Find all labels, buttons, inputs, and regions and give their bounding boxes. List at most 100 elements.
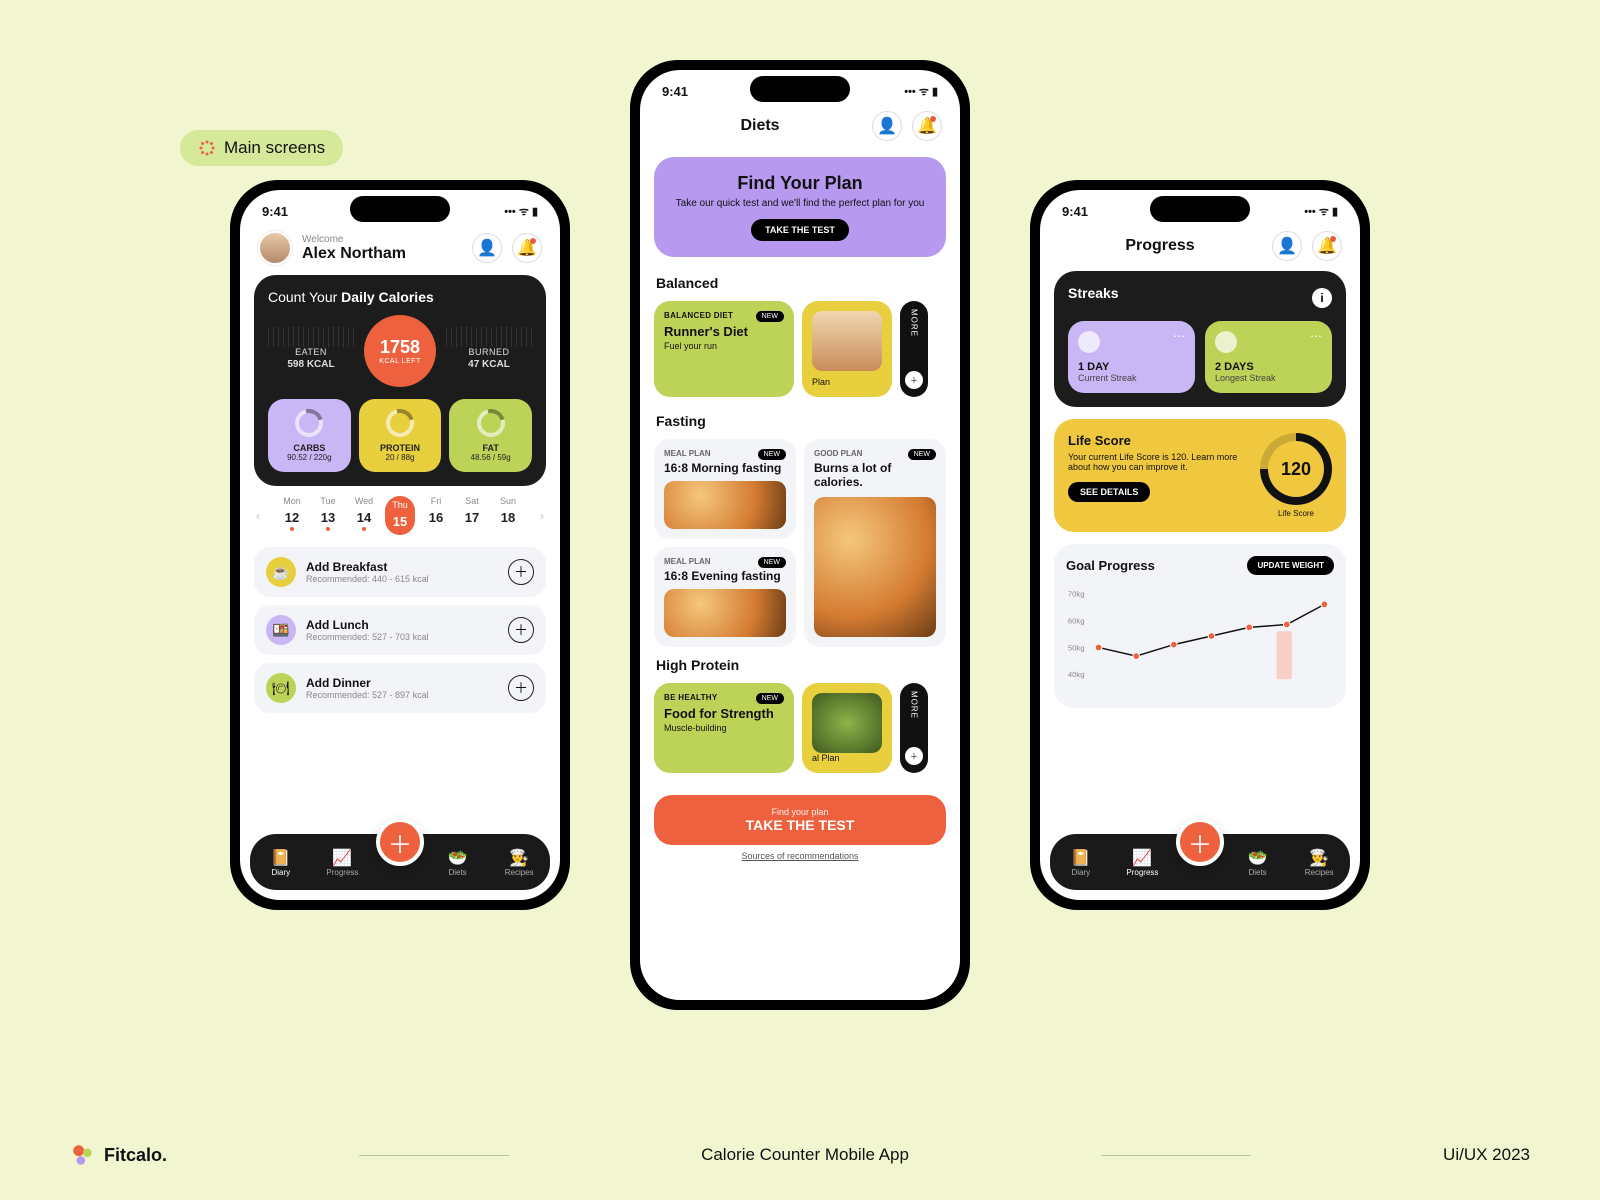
diet-card-partial[interactable]: al Plan bbox=[802, 683, 892, 773]
svg-text:40kg: 40kg bbox=[1068, 670, 1085, 679]
info-button[interactable]: i bbox=[1312, 288, 1332, 308]
meal-icon: ☕ bbox=[266, 557, 296, 587]
nav-diary[interactable]: 📔Diary bbox=[1057, 848, 1105, 877]
progress-icon: 📈 bbox=[1118, 848, 1166, 868]
life-body: Your current Life Score is 120. Learn mo… bbox=[1068, 452, 1250, 472]
brand: Fitcalo. bbox=[70, 1142, 167, 1168]
meal-card[interactable]: 🍱 Add Lunch Recommended: 527 - 703 kcal … bbox=[254, 605, 546, 655]
streaks-card: Streaks i ⋯ 1 DAY Current Streak ⋯ 2 DAY… bbox=[1054, 271, 1346, 407]
kcal-left-dial[interactable]: 1758 KCAL LEFT bbox=[364, 315, 436, 387]
day-cell[interactable]: Tue 13 bbox=[313, 496, 343, 535]
profile-button[interactable]: 👤 bbox=[1272, 231, 1302, 261]
day-cell[interactable]: Sat 17 bbox=[457, 496, 487, 535]
status-icons: ••• ᯤ ▮ bbox=[504, 204, 538, 219]
chart-point[interactable] bbox=[1246, 624, 1253, 631]
fab-add[interactable]: ＋ bbox=[1176, 818, 1224, 866]
svg-text:70kg: 70kg bbox=[1068, 590, 1085, 599]
profile-button[interactable]: 👤 bbox=[472, 233, 502, 263]
kcal-left-value: 1758 bbox=[380, 337, 420, 358]
nav-progress[interactable]: 📈Progress bbox=[318, 848, 366, 877]
week-next[interactable]: › bbox=[540, 509, 544, 523]
recipes-icon: 👨‍🍳 bbox=[495, 848, 543, 868]
streak-card[interactable]: ⋯ 2 DAYS Longest Streak bbox=[1205, 321, 1332, 393]
fab-add[interactable]: ＋ bbox=[376, 818, 424, 866]
footer-cta[interactable]: Find your plan TAKE THE TEST bbox=[654, 795, 946, 845]
nav-recipes[interactable]: 👨‍🍳Recipes bbox=[1295, 848, 1343, 877]
life-title: Life Score bbox=[1068, 433, 1250, 448]
chart-point[interactable] bbox=[1095, 644, 1102, 651]
notifications-button[interactable]: 🔔 bbox=[912, 111, 942, 141]
macro-card[interactable]: FAT 48.56 / 59g bbox=[449, 399, 532, 472]
fasting-card-evening[interactable]: MEAL PLAN NEW 16:8 Evening fasting bbox=[654, 547, 796, 647]
notifications-button[interactable]: 🔔 bbox=[1312, 231, 1342, 261]
recipes-icon: 👨‍🍳 bbox=[1295, 848, 1343, 868]
profile-button[interactable]: 👤 bbox=[872, 111, 902, 141]
goal-progress-card: Goal Progress UPDATE WEIGHT 70kg 60kg 50… bbox=[1054, 544, 1346, 708]
user-icon: 👤 bbox=[477, 238, 497, 258]
page-footer: Fitcalo. Calorie Counter Mobile App Ui/U… bbox=[0, 1142, 1600, 1168]
food-photo bbox=[664, 481, 786, 529]
diet-card-runners[interactable]: BALANCED DIET NEW Runner's Diet Fuel you… bbox=[654, 301, 794, 397]
day-cell[interactable]: Mon 12 bbox=[277, 496, 307, 535]
footer-year: Ui/UX 2023 bbox=[1443, 1145, 1530, 1165]
chart-point[interactable] bbox=[1170, 641, 1177, 648]
hero-title: Find Your Plan bbox=[670, 173, 930, 194]
fasting-card-burns[interactable]: GOOD PLAN NEW Burns a lot of calories. bbox=[804, 439, 946, 647]
see-details-button[interactable]: SEE DETAILS bbox=[1068, 482, 1150, 502]
week-picker[interactable]: ‹ Mon 12 Tue 13 Wed 14 Thu 15 Fri 16 Sat… bbox=[240, 486, 560, 539]
sources-link[interactable]: Sources of recommendations bbox=[640, 851, 960, 861]
user-avatar[interactable] bbox=[258, 231, 292, 265]
chart-point[interactable] bbox=[1283, 621, 1290, 628]
more-icon[interactable]: ⋯ bbox=[1173, 329, 1185, 343]
fasting-card-morning[interactable]: MEAL PLAN NEW 16:8 Morning fasting bbox=[654, 439, 796, 539]
goal-title: Goal Progress bbox=[1066, 558, 1155, 573]
progress-ring-icon bbox=[290, 404, 328, 442]
chart-point[interactable] bbox=[1208, 633, 1215, 640]
update-weight-button[interactable]: UPDATE WEIGHT bbox=[1247, 556, 1334, 575]
day-cell[interactable]: Thu 15 bbox=[385, 496, 415, 535]
diet-card-strength[interactable]: BE HEALTHY NEW Food for Strength Muscle-… bbox=[654, 683, 794, 773]
diet-card-partial[interactable]: Plan bbox=[802, 301, 892, 397]
notification-dot bbox=[530, 238, 536, 244]
phone-diets: 9:41••• ᯤ ▮ Diets 👤 🔔 Find Your Plan Tak… bbox=[630, 60, 970, 1010]
day-cell[interactable]: Sun 18 bbox=[493, 496, 523, 535]
burned-label: BURNED bbox=[446, 347, 532, 357]
macro-card[interactable]: PROTEIN 20 / 88g bbox=[359, 399, 442, 472]
progress-ring-icon bbox=[472, 404, 510, 442]
nav-progress[interactable]: 📈Progress bbox=[1118, 848, 1166, 877]
more-balanced[interactable]: MORE ＋ bbox=[900, 301, 928, 397]
more-protein[interactable]: MORE ＋ bbox=[900, 683, 928, 773]
progress-icon: 📈 bbox=[318, 848, 366, 868]
plus-icon: ＋ bbox=[905, 371, 923, 389]
diets-icon: 🥗 bbox=[434, 848, 482, 868]
day-cell[interactable]: Fri 16 bbox=[421, 496, 451, 535]
streak-card[interactable]: ⋯ 1 DAY Current Streak bbox=[1068, 321, 1195, 393]
meal-card[interactable]: 🍽 Add Dinner Recommended: 527 - 897 kcal… bbox=[254, 663, 546, 713]
add-meal-button[interactable]: ＋ bbox=[508, 675, 534, 701]
section-balanced-title: Balanced bbox=[640, 269, 960, 297]
meal-card[interactable]: ☕ Add Breakfast Recommended: 440 - 615 k… bbox=[254, 547, 546, 597]
hero-subtitle: Take our quick test and we'll find the p… bbox=[670, 198, 930, 209]
take-test-button[interactable]: TAKE THE TEST bbox=[751, 219, 849, 241]
food-photo bbox=[814, 497, 936, 637]
svg-text:60kg: 60kg bbox=[1068, 617, 1085, 626]
footer-subtitle: Calorie Counter Mobile App bbox=[701, 1145, 909, 1165]
food-photo bbox=[664, 589, 786, 637]
eaten-label: EATEN bbox=[268, 347, 354, 357]
more-icon[interactable]: ⋯ bbox=[1310, 329, 1322, 343]
add-meal-button[interactable]: ＋ bbox=[508, 559, 534, 585]
diets-icon: 🥗 bbox=[1234, 848, 1282, 868]
macro-card[interactable]: CARBS 90.52 / 220g bbox=[268, 399, 351, 472]
add-meal-button[interactable]: ＋ bbox=[508, 617, 534, 643]
notifications-button[interactable]: 🔔 bbox=[512, 233, 542, 263]
goal-chart: 70kg 60kg 50kg 40kg bbox=[1066, 581, 1334, 691]
nav-diary[interactable]: 📔Diary bbox=[257, 848, 305, 877]
chart-point[interactable] bbox=[1321, 601, 1328, 608]
week-prev[interactable]: ‹ bbox=[256, 509, 260, 523]
diary-icon: 📔 bbox=[257, 848, 305, 868]
chart-point[interactable] bbox=[1133, 653, 1140, 660]
nav-recipes[interactable]: 👨‍🍳Recipes bbox=[495, 848, 543, 877]
nav-diets[interactable]: 🥗Diets bbox=[434, 848, 482, 877]
day-cell[interactable]: Wed 14 bbox=[349, 496, 379, 535]
nav-diets[interactable]: 🥗Diets bbox=[1234, 848, 1282, 877]
